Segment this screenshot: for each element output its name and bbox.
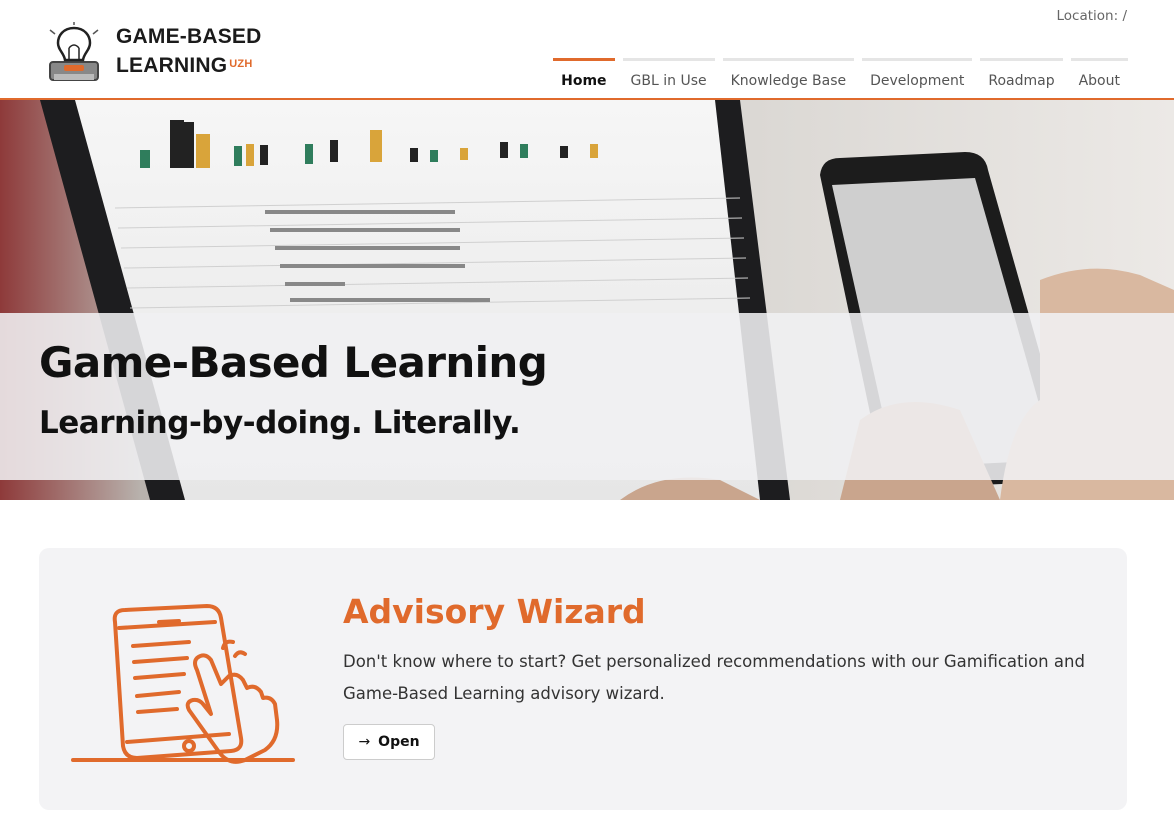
card-title: Advisory Wizard [343, 592, 646, 631]
logo-uzh-badge: UZH [229, 58, 253, 70]
lightbulb-logo-icon [49, 22, 99, 81]
site-header: GAME-BASED LEARNING UZH Location: / Home … [0, 0, 1174, 100]
tablet-tap-icon [71, 604, 295, 764]
logo-text: GAME-BASED LEARNING UZH [116, 22, 262, 80]
main-nav: Home GBL in Use Knowledge Base Developme… [545, 58, 1129, 98]
card-description: Don't know where to start? Get personali… [343, 652, 1085, 703]
nav-roadmap[interactable]: Roadmap [980, 58, 1063, 98]
nav-home[interactable]: Home [553, 58, 615, 98]
nav-about[interactable]: About [1070, 58, 1129, 98]
logo-line-1: GAME-BASED [116, 25, 262, 48]
nav-gbl-in-use[interactable]: GBL in Use [622, 58, 715, 98]
hero-subtitle: Learning-by-doing. Literally. [39, 405, 521, 441]
open-button[interactable]: → Open [343, 724, 435, 760]
hero-banner: Game-Based Learning Learning-by-doing. L… [0, 100, 1174, 500]
hero-title: Game-Based Learning [39, 338, 548, 387]
nav-development[interactable]: Development [862, 58, 973, 98]
logo-line-2: LEARNING [116, 54, 228, 77]
site-logo[interactable]: GAME-BASED LEARNING UZH [46, 20, 266, 84]
open-button-label: Open [378, 734, 420, 750]
nav-knowledge-base[interactable]: Knowledge Base [722, 58, 855, 98]
location-breadcrumb: Location: / [1056, 8, 1128, 24]
arrow-right-icon: → [358, 734, 371, 750]
advisory-wizard-card: Advisory Wizard Don't know where to star… [39, 548, 1127, 810]
